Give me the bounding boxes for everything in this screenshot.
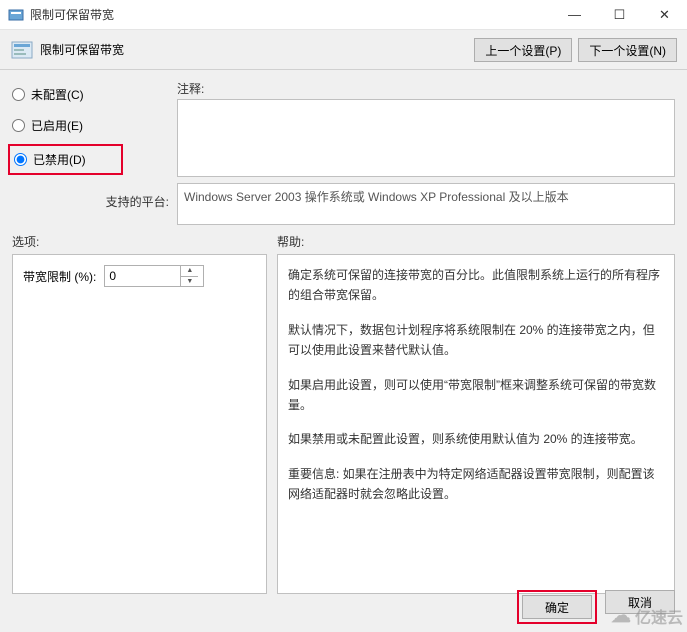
close-button[interactable]: ✕ <box>642 0 687 29</box>
radio-unconfigured-input[interactable] <box>12 88 25 101</box>
help-pane: 确定系统可保留的连接带宽的百分比。此值限制系统上运行的所有程序的组合带宽保留。 … <box>277 254 675 594</box>
spinner-down-icon[interactable]: ▼ <box>181 277 198 287</box>
help-paragraph: 确定系统可保留的连接带宽的百分比。此值限制系统上运行的所有程序的组合带宽保留。 <box>288 265 664 306</box>
radio-disabled[interactable]: 已禁用(D) <box>14 149 117 170</box>
highlight-ok: 确定 <box>517 590 597 624</box>
help-paragraph: 默认情况下，数据包计划程序将系统限制在 20% 的连接带宽之内，但可以使用此设置… <box>288 320 664 361</box>
policy-icon <box>10 40 34 60</box>
radio-enabled-input[interactable] <box>12 119 25 132</box>
ok-button[interactable]: 确定 <box>522 595 592 619</box>
footer: 确定 取消 <box>517 590 675 624</box>
radio-enabled-label: 已启用(E) <box>31 117 83 134</box>
comment-label: 注释: <box>177 80 675 97</box>
radio-enabled[interactable]: 已启用(E) <box>12 115 177 136</box>
radio-disabled-label: 已禁用(D) <box>33 151 86 168</box>
highlight-disabled: 已禁用(D) <box>8 144 123 175</box>
next-setting-button[interactable]: 下一个设置(N) <box>578 38 677 62</box>
bandwidth-spinner[interactable]: ▲ ▼ <box>104 265 204 287</box>
bandwidth-limit-label: 带宽限制 (%): <box>23 268 96 285</box>
help-paragraph: 重要信息: 如果在注册表中为特定网络适配器设置带宽限制，则配置该网络适配器时就会… <box>288 464 664 505</box>
spinner-up-icon[interactable]: ▲ <box>181 266 198 277</box>
bandwidth-input[interactable] <box>105 266 180 286</box>
supported-label: 支持的平台: <box>12 193 177 210</box>
help-paragraph: 如果禁用或未配置此设置，则系统使用默认值为 20% 的连接带宽。 <box>288 429 664 449</box>
toolbar: 限制可保留带宽 上一个设置(P) 下一个设置(N) <box>0 30 687 70</box>
maximize-button[interactable]: ☐ <box>597 0 642 29</box>
supported-textbox[interactable]: Windows Server 2003 操作系统或 Windows XP Pro… <box>177 183 675 225</box>
radio-unconfigured-label: 未配置(C) <box>31 86 84 103</box>
options-label: 选项: <box>12 233 277 250</box>
comment-textbox[interactable] <box>177 99 675 177</box>
cancel-button[interactable]: 取消 <box>605 590 675 614</box>
minimize-button[interactable]: — <box>552 0 597 29</box>
help-label: 帮助: <box>277 233 304 250</box>
radio-unconfigured[interactable]: 未配置(C) <box>12 84 177 105</box>
help-paragraph: 如果启用此设置，则可以使用“带宽限制”框来调整系统可保留的带宽数量。 <box>288 375 664 416</box>
options-pane: 带宽限制 (%): ▲ ▼ <box>12 254 267 594</box>
toolbar-title: 限制可保留带宽 <box>40 41 124 58</box>
app-icon <box>8 7 24 23</box>
titlebar: 限制可保留带宽 — ☐ ✕ <box>0 0 687 30</box>
supported-text: Windows Server 2003 操作系统或 Windows XP Pro… <box>184 190 569 204</box>
radio-disabled-input[interactable] <box>14 153 27 166</box>
window-title: 限制可保留带宽 <box>30 6 552 23</box>
prev-setting-button[interactable]: 上一个设置(P) <box>474 38 572 62</box>
